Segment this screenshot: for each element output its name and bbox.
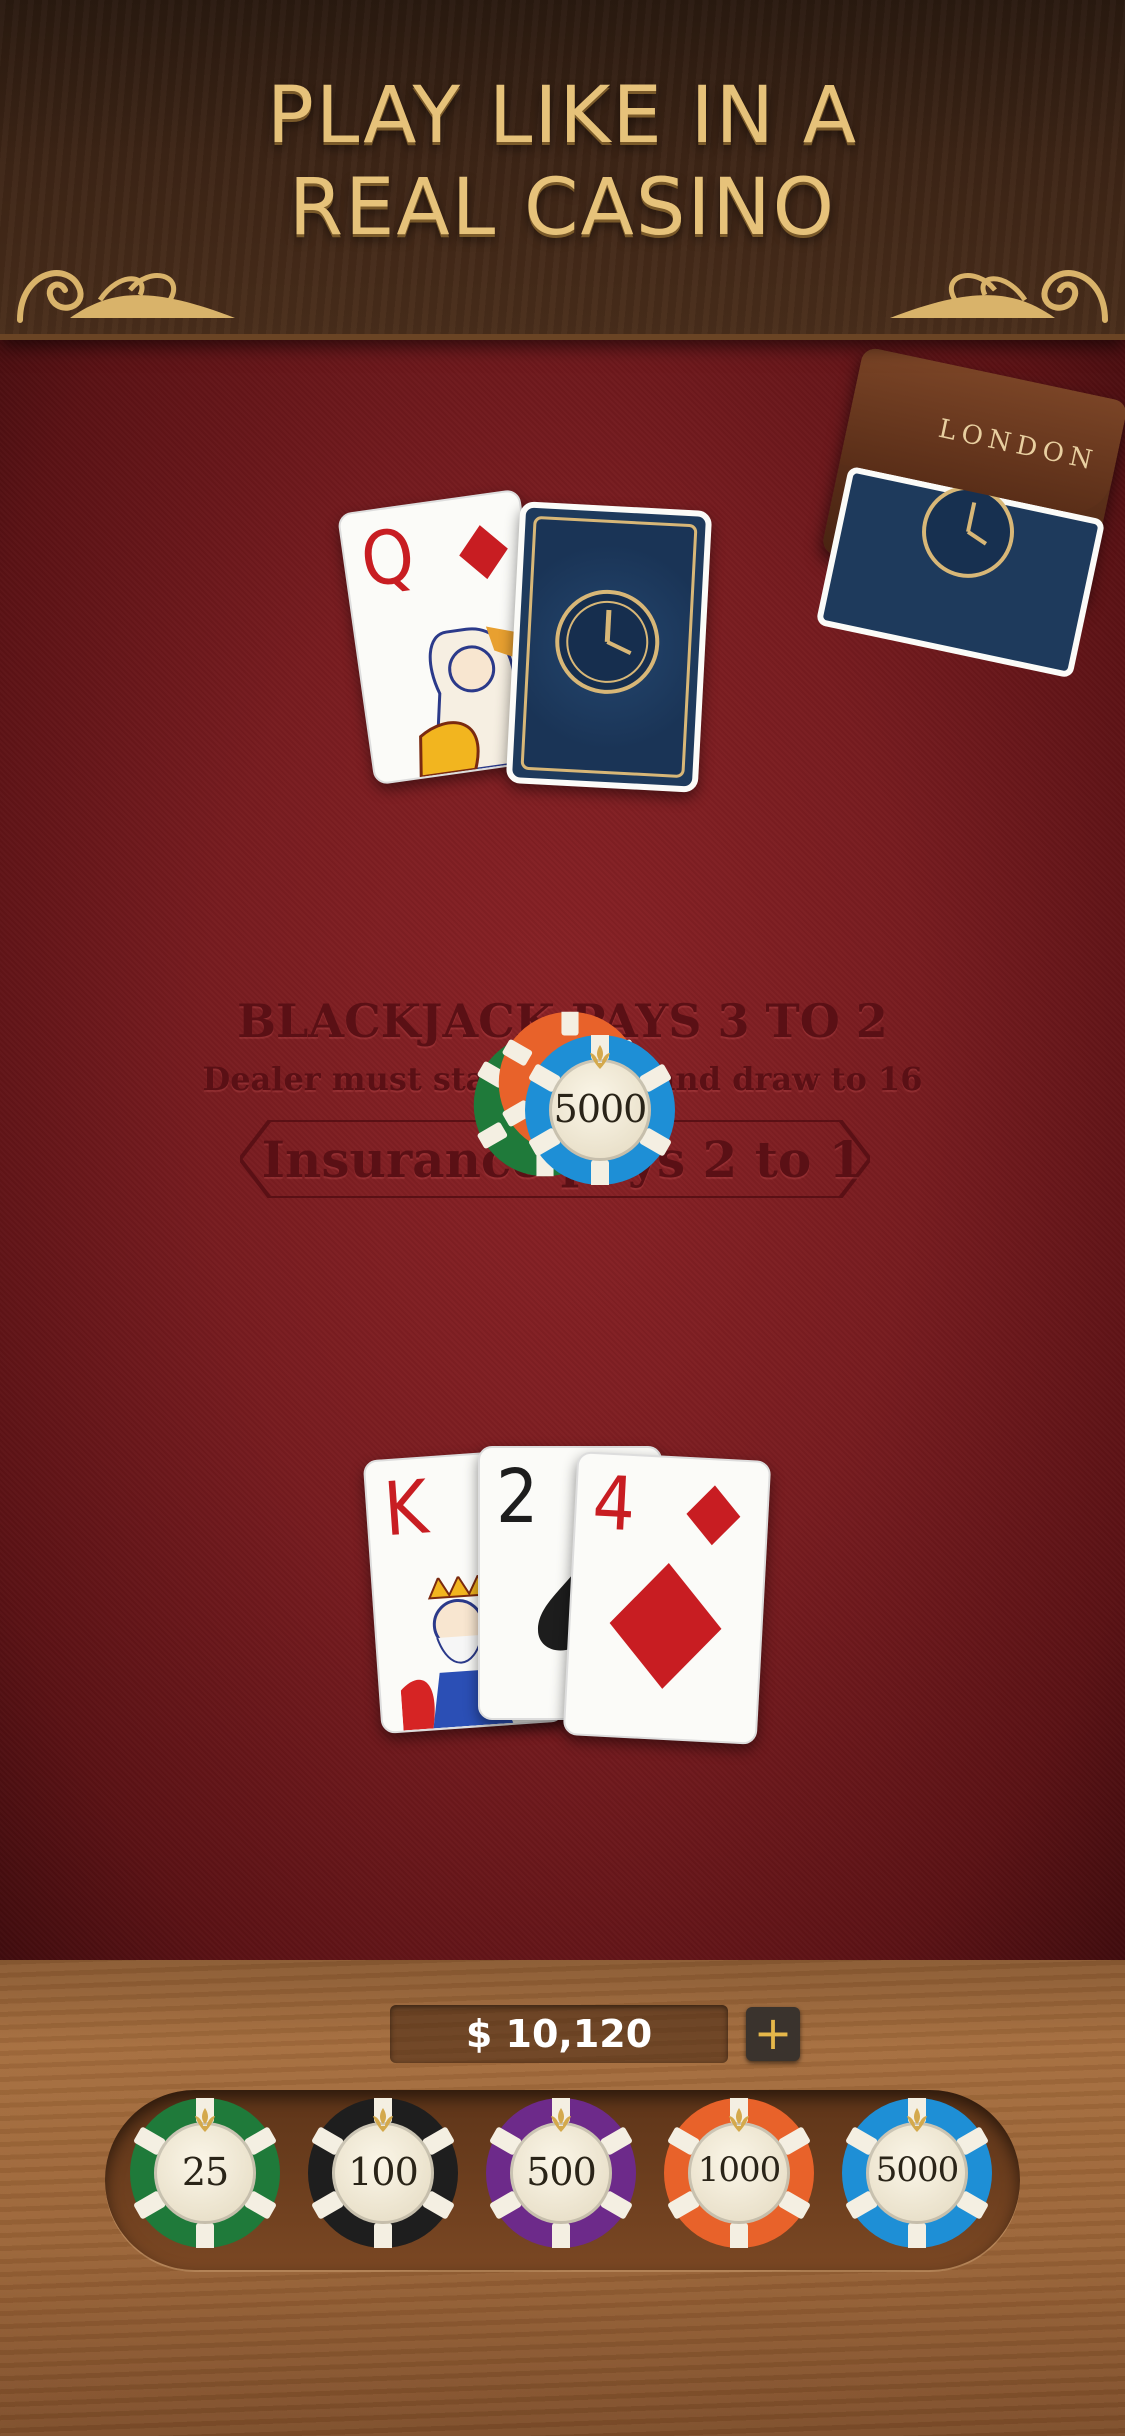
header-title: PLAY LIKE IN A REAL CASINO [0, 70, 1125, 254]
header-banner: PLAY LIKE IN A REAL CASINO [0, 0, 1125, 340]
diamond-icon [459, 525, 508, 580]
chip-5000[interactable]: 5000 [842, 2098, 992, 2248]
chip-value: 100 [348, 2150, 419, 2194]
add-funds-button[interactable]: + [746, 2007, 800, 2061]
chip-value: 5000 [875, 2150, 960, 2190]
fleur-de-lis-icon [195, 2108, 215, 2132]
bet-chip-value: 5000 [553, 1087, 648, 1131]
card-back-clock-icon [555, 589, 660, 694]
fleur-de-lis-icon [590, 1045, 610, 1069]
diamond-icon [609, 1563, 722, 1689]
fleur-de-lis-icon [729, 2108, 749, 2132]
title-line-1: PLAY LIKE IN A [266, 71, 859, 161]
fleur-de-lis-icon [907, 2108, 927, 2132]
fleur-de-lis-icon [373, 2108, 393, 2132]
diamond-icon [686, 1485, 741, 1546]
left-ornament-icon [17, 270, 235, 323]
chip-500[interactable]: 500 [486, 2098, 636, 2248]
chip-value: 500 [526, 2150, 597, 2194]
dealer-card-face-down [505, 501, 713, 793]
bet-chip-5000[interactable]: 5000 [525, 1035, 675, 1185]
chip-value: 1000 [697, 2150, 782, 2190]
balance-display: $ 10,120 [390, 2005, 728, 2063]
card-rank: K [381, 1464, 431, 1554]
card-rank: 4 [590, 1460, 638, 1549]
chip-value: 25 [181, 2150, 229, 2194]
chip-25[interactable]: 25 [130, 2098, 280, 2248]
chip-100[interactable]: 100 [308, 2098, 458, 2248]
player-card-four: 4 [562, 1451, 772, 1745]
card-rank: Q [355, 512, 420, 605]
fleur-de-lis-icon [551, 2108, 571, 2132]
card-rank: 2 [496, 1454, 539, 1540]
right-ornament-icon [890, 270, 1108, 323]
chip-1000[interactable]: 1000 [664, 2098, 814, 2248]
